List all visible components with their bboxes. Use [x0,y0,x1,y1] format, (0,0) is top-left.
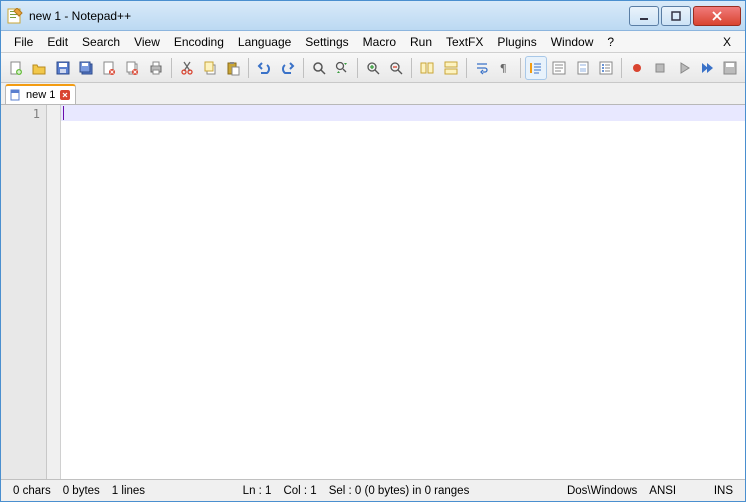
wrap-icon[interactable] [471,56,493,80]
toolbar-separator [466,58,467,78]
svg-text:¶: ¶ [500,62,507,75]
close-file-icon[interactable] [98,56,120,80]
line-number-gutter: 1 [1,105,47,479]
save-all-icon[interactable] [75,56,97,80]
fold-margin [47,105,61,479]
statusbar: 0 chars 0 bytes 1 lines Ln : 1 Col : 1 S… [1,479,745,501]
toolbar-separator [621,58,622,78]
menu-edit[interactable]: Edit [40,33,75,51]
status-bytes: 0 bytes [57,485,106,497]
new-file-icon[interactable] [5,56,27,80]
maximize-button[interactable] [661,6,691,26]
menu-window[interactable]: Window [544,33,601,51]
app-window: new 1 - Notepad++ File Edit Search View … [0,0,746,502]
line-number: 1 [1,107,40,121]
zoom-out-icon[interactable] [385,56,407,80]
menu-view[interactable]: View [127,33,167,51]
close-window-button[interactable] [693,6,741,26]
tab-label: new 1 [26,89,55,101]
text-editor[interactable] [61,105,745,479]
status-chars: 0 chars [7,485,57,497]
menu-plugins[interactable]: Plugins [490,33,543,51]
print-icon[interactable] [144,56,166,80]
minimize-button[interactable] [629,6,659,26]
toolbar-separator [357,58,358,78]
menu-encoding[interactable]: Encoding [167,33,231,51]
udl-icon[interactable] [548,56,570,80]
menu-textfx[interactable]: TextFX [439,33,490,51]
window-buttons [627,6,741,26]
toolbar: ¶ [1,53,745,83]
toolbar-separator [248,58,249,78]
current-line-highlight [61,105,745,121]
tabbar: new 1 [1,83,745,105]
menu-run[interactable]: Run [403,33,439,51]
redo-icon[interactable] [276,56,298,80]
titlebar[interactable]: new 1 - Notepad++ [1,1,745,31]
status-sel: Sel : 0 (0 bytes) in 0 ranges [323,485,476,497]
sync-v-icon[interactable] [416,56,438,80]
status-mode: INS [708,485,739,497]
macro-play-icon[interactable] [672,56,694,80]
macro-play-multi-icon[interactable] [696,56,718,80]
menu-language[interactable]: Language [231,33,298,51]
cut-icon[interactable] [176,56,198,80]
sync-h-icon[interactable] [440,56,462,80]
macro-stop-icon[interactable] [649,56,671,80]
toolbar-separator [411,58,412,78]
app-icon [7,8,23,24]
copy-icon[interactable] [199,56,221,80]
doc-map-icon[interactable] [572,56,594,80]
menu-macro[interactable]: Macro [356,33,403,51]
status-eol: Dos\Windows [561,485,643,497]
status-col: Col : 1 [277,485,322,497]
file-icon [10,89,22,101]
toolbar-separator [303,58,304,78]
open-file-icon[interactable] [28,56,50,80]
menu-search[interactable]: Search [75,33,127,51]
macro-save-icon[interactable] [719,56,741,80]
undo-icon[interactable] [253,56,275,80]
paste-icon[interactable] [222,56,244,80]
func-list-icon[interactable] [595,56,617,80]
save-icon[interactable] [51,56,73,80]
window-title: new 1 - Notepad++ [29,9,627,23]
menu-help[interactable]: ? [600,33,621,51]
menubar: File Edit Search View Encoding Language … [1,31,745,53]
toolbar-separator [520,58,521,78]
text-cursor [63,106,64,120]
menu-settings[interactable]: Settings [298,33,355,51]
editor-area: 1 [1,105,745,479]
menu-file[interactable]: File [7,33,40,51]
show-all-icon[interactable]: ¶ [494,56,516,80]
tab-new-1[interactable]: new 1 [5,84,76,104]
macro-record-icon[interactable] [626,56,648,80]
status-ln: Ln : 1 [237,485,278,497]
zoom-in-icon[interactable] [362,56,384,80]
tab-close-button[interactable] [59,89,71,101]
find-icon[interactable] [308,56,330,80]
menu-x-button[interactable]: X [715,33,739,51]
toolbar-separator [171,58,172,78]
replace-icon[interactable] [331,56,353,80]
status-encoding: ANSI [643,485,682,497]
status-lines: 1 lines [106,485,151,497]
close-all-icon[interactable] [121,56,143,80]
indent-guide-icon[interactable] [525,56,547,80]
